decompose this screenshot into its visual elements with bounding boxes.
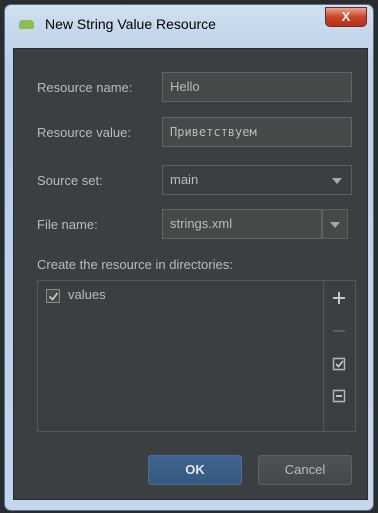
checkmark-icon [48,292,59,301]
values-checkbox[interactable] [46,289,60,303]
source-set-label: Source set: [37,173,103,188]
directories-toolbar [324,280,356,432]
window-title: New String Value Resource [45,16,216,32]
file-name-dropdown-button[interactable] [322,209,348,239]
source-set-select[interactable]: main [162,165,352,195]
chevron-down-icon [330,222,340,228]
close-button[interactable]: X [325,7,367,27]
collapse-icon[interactable] [332,389,346,403]
resource-name-input[interactable]: Hello [162,72,352,102]
resource-value-input[interactable]: Приветствуем [162,117,352,147]
minus-icon[interactable] [332,324,346,338]
resource-name-label: Resource name: [37,80,133,95]
ok-button[interactable]: OK [148,455,242,485]
title-bar[interactable]: New String Value Resource X [5,5,373,45]
source-set-value: main [170,172,199,187]
cancel-button[interactable]: Cancel [258,455,352,485]
directories-list[interactable]: values [37,280,324,432]
dialog-content [13,48,368,500]
values-label: values [68,287,106,302]
android-icon [19,20,34,29]
file-name-label: File name: [37,217,98,232]
directories-label: Create the resource in directories: [37,257,233,272]
chevron-down-icon [332,178,342,184]
plus-icon[interactable] [332,291,346,305]
resource-value-label: Resource value: [37,125,131,140]
file-name-input[interactable]: strings.xml [162,209,322,239]
check-all-icon[interactable] [332,357,346,371]
